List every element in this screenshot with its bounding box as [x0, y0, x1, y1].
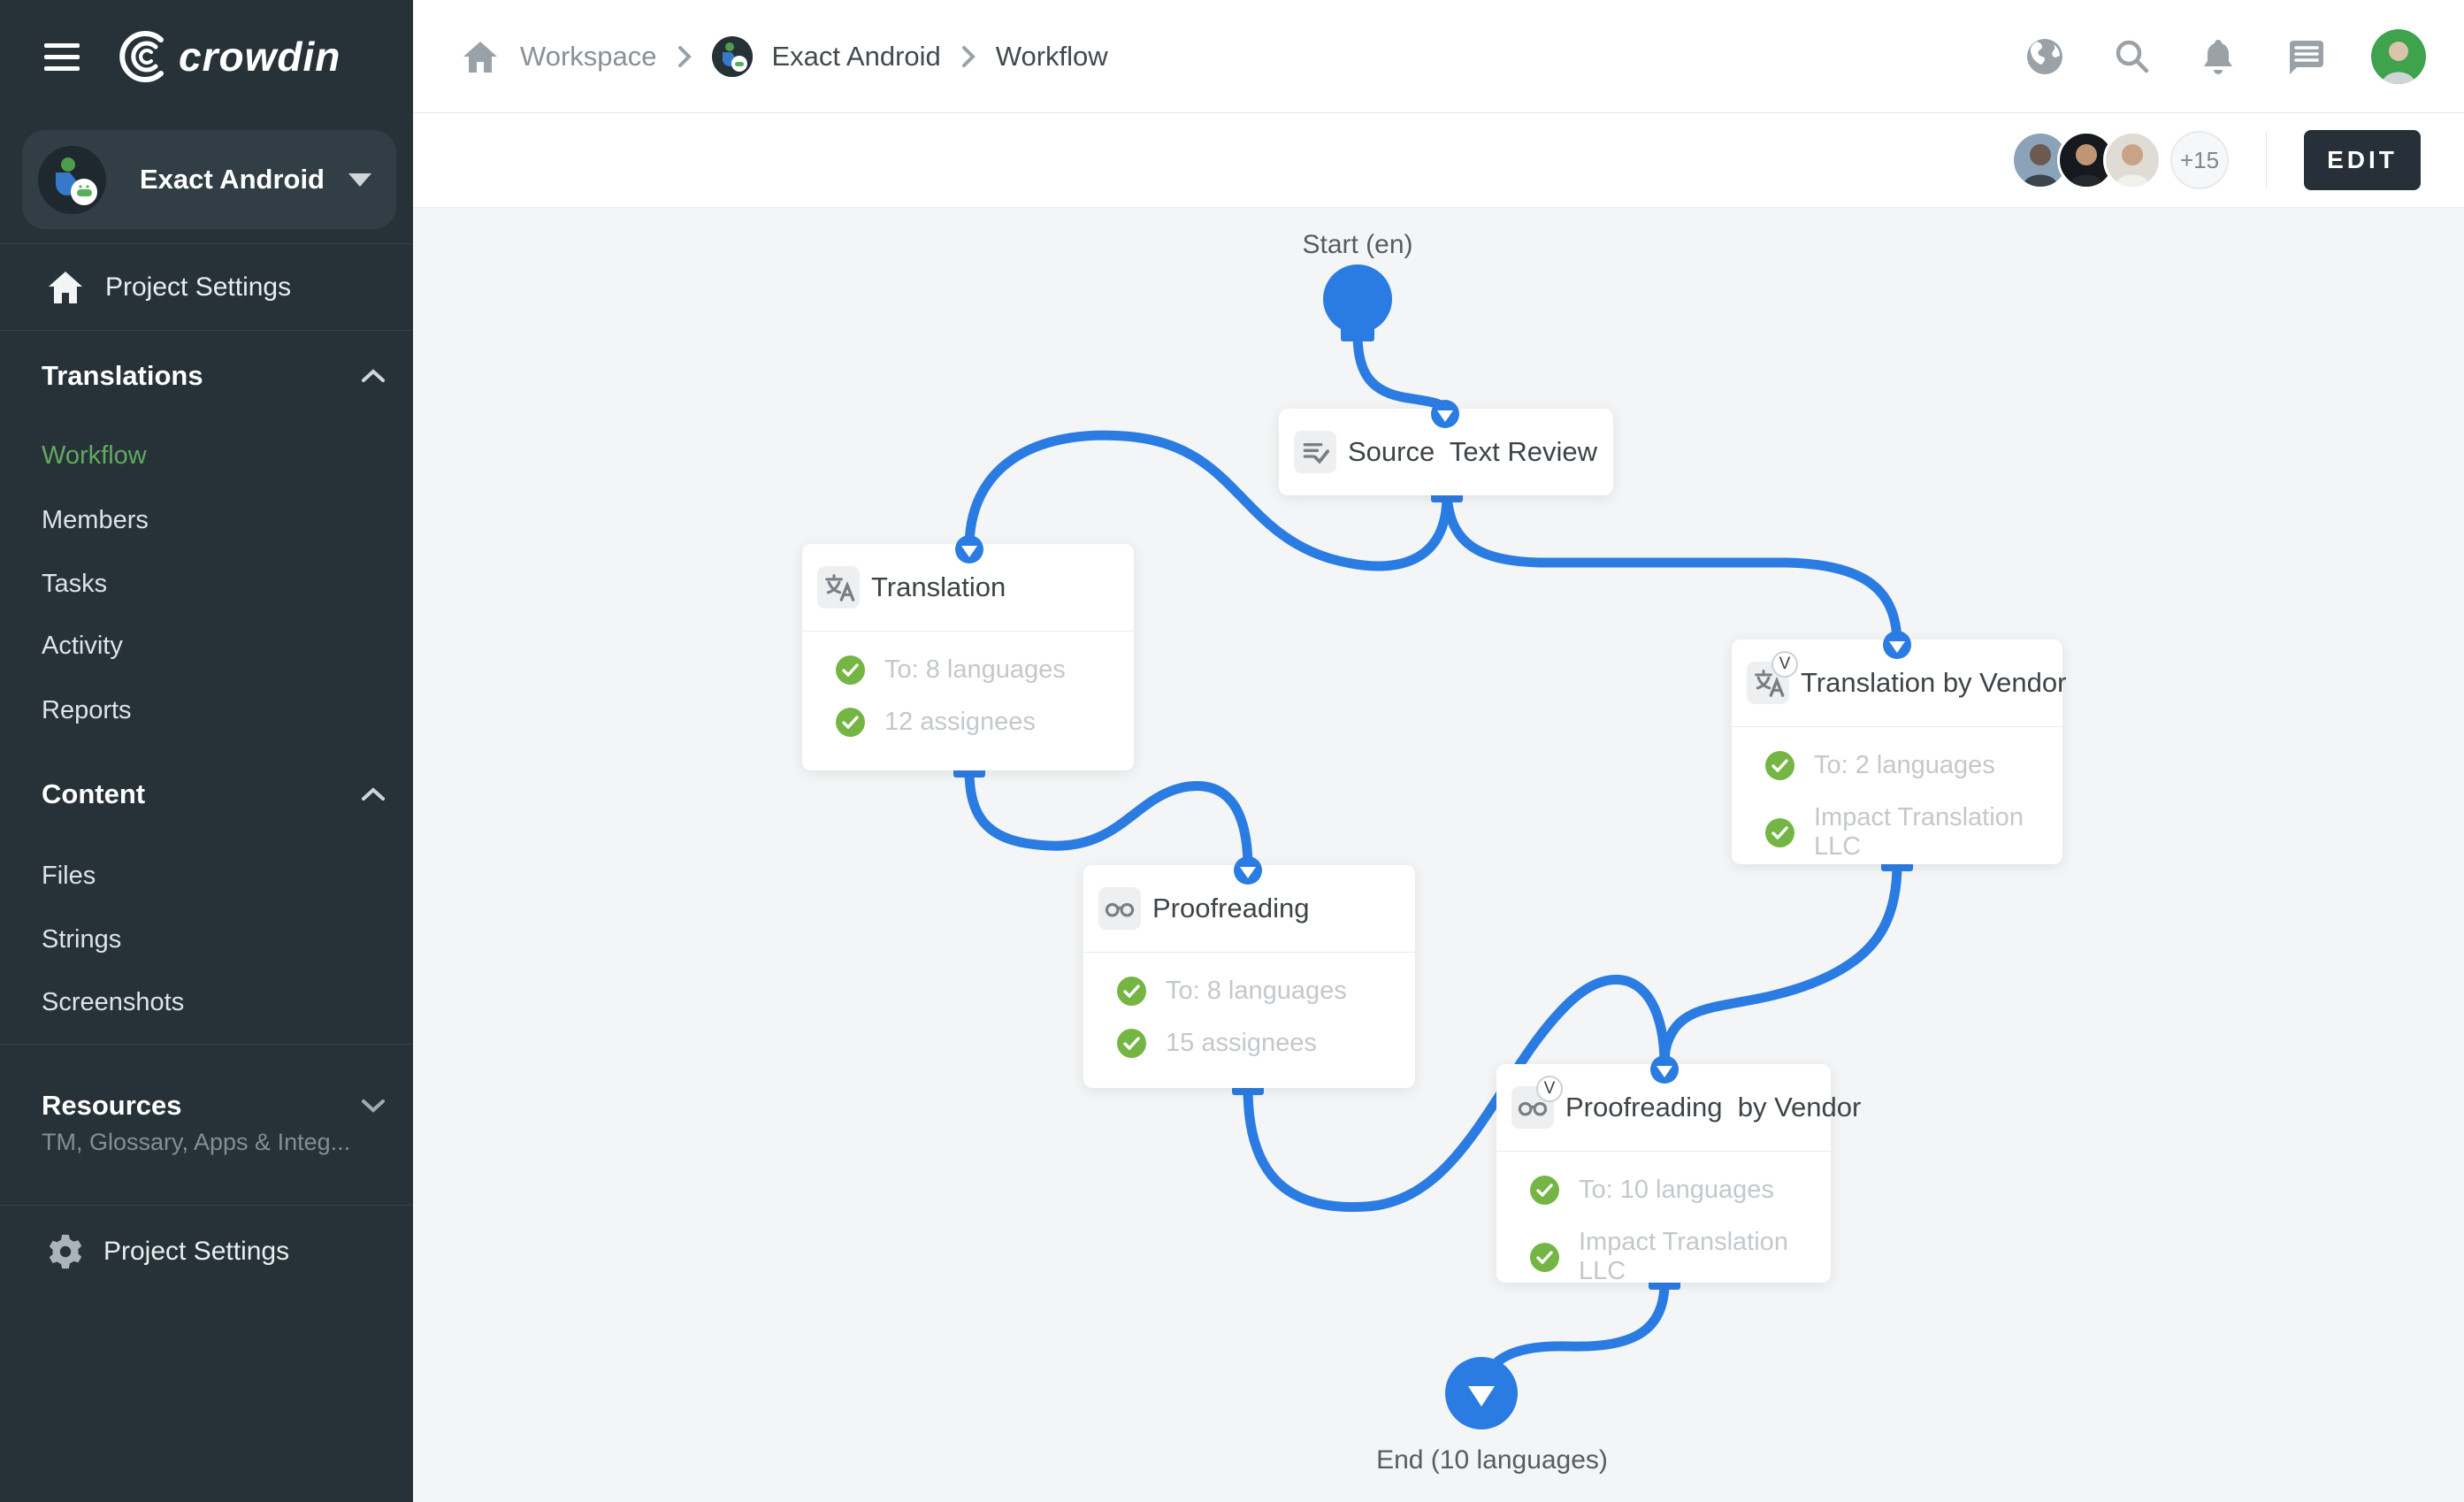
node-title: Translation by Vendor: [1801, 667, 2066, 699]
node-source-text-review[interactable]: Source Text Review: [1279, 409, 1613, 495]
sidebar-item-reports[interactable]: Reports: [42, 693, 386, 728]
workflow-toolbar: +15 EDIT: [413, 113, 2464, 208]
chevron-down-icon: [348, 173, 371, 187]
breadcrumb-page: Workflow: [996, 41, 1108, 73]
section-resources[interactable]: Resources: [42, 1088, 386, 1123]
sidebar-item-project-settings-bottom[interactable]: Project Settings: [47, 1230, 386, 1274]
sidebar-item-files[interactable]: Files: [42, 858, 386, 893]
doc-check-icon: [1294, 431, 1336, 473]
check-icon: [1530, 1243, 1559, 1272]
sidebar-item-project-settings-top[interactable]: Project Settings: [47, 265, 386, 310]
chevron-down-icon: [360, 1097, 386, 1115]
chevron-up-icon: [360, 785, 386, 803]
node-detail-row: To: 8 languages: [1117, 977, 1390, 1006]
vendor-badge: V: [1536, 1076, 1563, 1102]
team-avatars: +15: [2011, 131, 2229, 189]
check-icon: [1765, 751, 1794, 780]
breadcrumb-workspace[interactable]: Workspace: [520, 41, 657, 73]
globe-icon[interactable]: [2024, 36, 2065, 77]
node-title: Proofreading: [1152, 893, 1310, 924]
breadcrumb-project[interactable]: Exact Android: [772, 41, 941, 73]
sidebar: Exact Android Project Settings Translati…: [0, 113, 413, 1502]
divider: [0, 1044, 413, 1045]
more-members-badge[interactable]: +15: [2170, 131, 2229, 189]
sidebar-item-tasks[interactable]: Tasks: [42, 566, 386, 602]
node-detail-row: Impact Translation LLC: [1765, 803, 2038, 862]
sidebar-item-activity[interactable]: Activity: [42, 628, 386, 663]
section-translations[interactable]: Translations: [42, 358, 386, 394]
user-avatar[interactable]: [2371, 29, 2426, 84]
member-avatar[interactable]: [2103, 131, 2162, 189]
toolbar-divider: [2266, 133, 2267, 188]
project-avatar[interactable]: [712, 36, 753, 77]
check-icon: [1117, 1029, 1146, 1058]
home-icon: [47, 270, 84, 305]
chevron-right-icon: [677, 44, 693, 69]
logo-block: crowdin: [0, 0, 413, 113]
project-selector[interactable]: Exact Android: [22, 130, 396, 229]
node-translation[interactable]: Translation To: 8 languages 12 assignees: [802, 544, 1134, 770]
node-detail-row: Impact Translation LLC: [1530, 1228, 1806, 1286]
divider: [0, 330, 413, 331]
check-icon: [836, 708, 865, 737]
node-proofreading-by-vendor[interactable]: V Proofreading by Vendor To: 10 language…: [1496, 1064, 1831, 1283]
chevron-up-icon: [360, 367, 386, 385]
search-icon[interactable]: [2111, 36, 2152, 77]
top-navigation-bar: crowdin Workspace Exact Android Workflow: [0, 0, 2464, 113]
node-translation-by-vendor[interactable]: V Translation by Vendor To: 2 languages …: [1732, 640, 2062, 864]
node-detail-row: 12 assignees: [836, 708, 1109, 737]
node-title: Source Text Review: [1348, 436, 1597, 468]
node-proofreading[interactable]: Proofreading To: 8 languages 15 assignee…: [1083, 865, 1415, 1088]
check-icon: [1117, 977, 1146, 1006]
vendor-badge: V: [1771, 651, 1798, 678]
sidebar-item-strings[interactable]: Strings: [42, 922, 386, 957]
divider: [0, 243, 413, 244]
check-icon: [1765, 818, 1794, 847]
node-detail-row: 15 assignees: [1117, 1029, 1390, 1058]
end-label: End (10 languages): [1333, 1445, 1651, 1475]
resources-subtitle: TM, Glossary, Apps & Integ...: [42, 1126, 386, 1158]
breadcrumb: Workspace Exact Android Workflow: [413, 0, 1108, 113]
check-icon: [836, 655, 865, 685]
divider: [0, 1205, 413, 1206]
node-detail-row: To: 2 languages: [1765, 751, 2038, 780]
gear-icon: [47, 1233, 84, 1270]
node-detail-row: To: 8 languages: [836, 655, 1109, 685]
home-icon[interactable]: [460, 36, 501, 77]
section-content[interactable]: Content: [42, 777, 386, 812]
edit-button[interactable]: EDIT: [2304, 130, 2421, 190]
crowdin-logo[interactable]: crowdin: [115, 29, 341, 84]
node-title: Proofreading by Vendor: [1565, 1092, 1861, 1123]
check-icon: [1530, 1176, 1559, 1205]
menu-icon[interactable]: [44, 43, 80, 71]
chevron-right-icon: [960, 44, 976, 69]
crowdin-wordmark: crowdin: [179, 33, 341, 80]
translate-icon: [817, 566, 860, 609]
translate-icon: V: [1747, 662, 1789, 704]
project-avatar-large: [38, 146, 106, 214]
project-name: Exact Android: [140, 164, 348, 195]
sidebar-item-members[interactable]: Members: [42, 502, 386, 538]
node-detail-row: To: 10 languages: [1530, 1176, 1806, 1205]
start-label: Start (en): [1234, 230, 1481, 260]
workflow-canvas: [413, 113, 2464, 1502]
glasses-icon: V: [1511, 1086, 1554, 1129]
bell-icon[interactable]: [2198, 36, 2238, 77]
chat-icon[interactable]: [2284, 36, 2325, 77]
sidebar-item-screenshots[interactable]: Screenshots: [42, 985, 386, 1020]
glasses-icon: [1098, 887, 1141, 930]
sidebar-item-workflow[interactable]: Workflow: [42, 438, 386, 473]
node-title: Translation: [871, 571, 1006, 603]
